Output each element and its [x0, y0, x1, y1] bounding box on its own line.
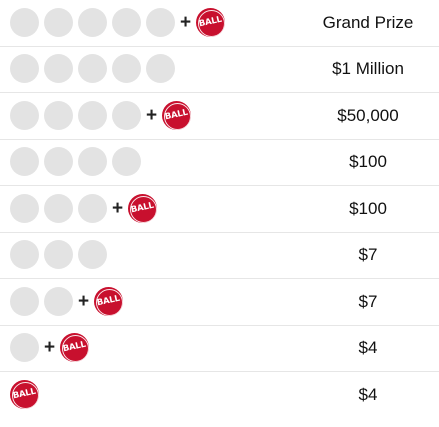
white-ball [146, 54, 175, 84]
prize-row: $7 [0, 233, 439, 279]
prize-row: + BALL Grand Prize [0, 0, 439, 47]
white-ball [78, 54, 107, 84]
bonus-ball-label: BALL [164, 107, 189, 123]
bonus-ball-icon: BALL [94, 286, 123, 316]
bonus-ball-icon: BALL [60, 333, 89, 363]
bonus-ball-label: BALL [198, 14, 223, 30]
prize-row: + BALL $7 [0, 279, 439, 326]
white-ball [10, 100, 39, 130]
bonus-ball-icon: BALL [162, 100, 191, 130]
plus-sign: + [78, 290, 90, 312]
white-ball [78, 7, 107, 37]
prize-amount: $1 Million [332, 59, 404, 79]
prize-amount: Grand Prize [322, 12, 414, 32]
bonus-ball-label: BALL [12, 386, 37, 402]
white-ball [44, 240, 73, 270]
bonus-ball-icon: BALL [10, 380, 39, 410]
white-ball [44, 147, 73, 177]
prize-row: BALL $4 [0, 372, 439, 419]
plus-sign: + [146, 104, 158, 126]
white-ball [10, 193, 39, 223]
white-ball [112, 7, 141, 37]
plus-sign: + [112, 197, 124, 219]
bonus-ball-label: BALL [130, 200, 155, 216]
prize-table: + BALL Grand Prize $1 Million + BALL $50… [0, 0, 439, 427]
bonus-ball-icon: BALL [128, 193, 157, 223]
bonus-ball-label: BALL [62, 339, 87, 355]
white-ball [112, 100, 141, 130]
bonus-ball-label: BALL [96, 293, 121, 309]
prize-amount: $4 [358, 338, 378, 358]
white-ball [112, 147, 141, 177]
prize-amount: $100 [349, 198, 387, 218]
prize-row: + BALL $50,000 [0, 93, 439, 140]
plus-sign: + [180, 11, 192, 33]
bonus-ball-icon: BALL [196, 7, 225, 37]
prize-amount: $50,000 [337, 105, 399, 125]
white-ball [44, 286, 73, 316]
white-ball [146, 7, 175, 37]
white-ball [78, 193, 107, 223]
prize-row: $100 [0, 140, 439, 186]
plus-sign: + [44, 337, 56, 359]
prize-row: + BALL $4 [0, 326, 439, 372]
prize-amount: $7 [358, 245, 378, 265]
white-ball [10, 7, 39, 37]
white-ball [78, 240, 107, 270]
prize-amount: $7 [358, 291, 378, 311]
white-ball [10, 147, 39, 177]
white-ball [44, 7, 73, 37]
white-ball [10, 286, 39, 316]
prize-amount: $100 [349, 152, 387, 172]
white-ball [44, 100, 73, 130]
white-ball [78, 100, 107, 130]
white-ball [44, 193, 73, 223]
prize-amount: $4 [358, 385, 378, 405]
white-ball [10, 240, 39, 270]
prize-row: $1 Million [0, 47, 439, 93]
white-ball [78, 147, 107, 177]
white-ball [10, 54, 39, 84]
white-ball [44, 54, 73, 84]
prize-row: + BALL $100 [0, 186, 439, 233]
white-ball [10, 333, 39, 363]
white-ball [112, 54, 141, 84]
